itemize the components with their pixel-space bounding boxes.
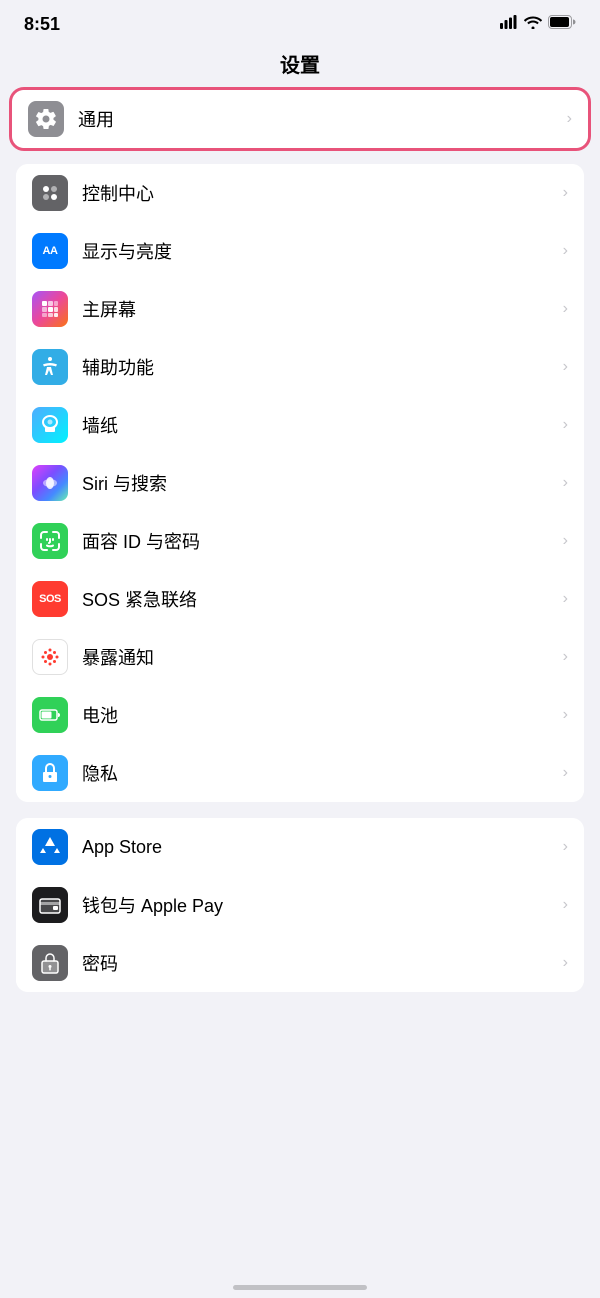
sos-label: SOS 紧急联络: [82, 586, 557, 612]
apps-settings-list: App Store › 钱包与 Apple Pay › 密码 ›: [16, 818, 584, 992]
control-center-icon: [32, 175, 68, 211]
control-center-chevron: ›: [563, 184, 568, 202]
control-center-label: 控制中心: [82, 180, 557, 206]
settings-item-siri[interactable]: Siri 与搜索 ›: [16, 454, 584, 512]
settings-item-battery[interactable]: 电池 ›: [16, 686, 584, 744]
settings-item-homescreen[interactable]: 主屏幕 ›: [16, 280, 584, 338]
sos-chevron: ›: [563, 590, 568, 608]
settings-item-control-center[interactable]: 控制中心 ›: [16, 164, 584, 222]
privacy-icon: [32, 755, 68, 791]
general-chevron: ›: [567, 110, 572, 128]
settings-item-wallet[interactable]: 钱包与 Apple Pay ›: [16, 876, 584, 934]
appstore-icon: [32, 829, 68, 865]
faceid-chevron: ›: [563, 532, 568, 550]
page-title: 设置: [280, 55, 320, 77]
password-icon: [32, 945, 68, 981]
faceid-label: 面容 ID 与密码: [82, 528, 557, 554]
settings-item-wallpaper[interactable]: 墙纸 ›: [16, 396, 584, 454]
settings-item-exposure[interactable]: 暴露通知 ›: [16, 628, 584, 686]
settings-item-general[interactable]: 通用 ›: [12, 90, 588, 148]
status-bar: 8:51: [0, 0, 600, 45]
battery-chevron: ›: [563, 706, 568, 724]
general-label: 通用: [78, 106, 561, 132]
password-label: 密码: [82, 950, 557, 976]
general-icon: [28, 101, 64, 137]
exposure-icon: [32, 639, 68, 675]
accessibility-icon: [32, 349, 68, 385]
accessibility-label: 辅助功能: [82, 354, 557, 380]
homescreen-icon: [32, 291, 68, 327]
settings-item-privacy[interactable]: 隐私 ›: [16, 744, 584, 802]
exposure-label: 暴露通知: [82, 644, 557, 670]
faceid-icon: [32, 523, 68, 559]
wallet-chevron: ›: [563, 896, 568, 914]
signal-icon: [500, 15, 518, 34]
battery-label: 电池: [82, 702, 557, 728]
siri-label: Siri 与搜索: [82, 470, 557, 496]
wallet-label: 钱包与 Apple Pay: [82, 892, 557, 918]
accessibility-chevron: ›: [563, 358, 568, 376]
appstore-chevron: ›: [563, 838, 568, 856]
homescreen-chevron: ›: [563, 300, 568, 318]
siri-chevron: ›: [563, 474, 568, 492]
wifi-icon: [524, 15, 542, 34]
settings-item-sos[interactable]: SOS SOS 紧急联络 ›: [16, 570, 584, 628]
wallpaper-icon: [32, 407, 68, 443]
appstore-label: App Store: [82, 837, 557, 858]
wallet-icon: [32, 887, 68, 923]
highlighted-section: 通用 ›: [12, 90, 588, 148]
battery-icon: [32, 697, 68, 733]
settings-item-display[interactable]: AA 显示与亮度 ›: [16, 222, 584, 280]
privacy-label: 隐私: [82, 760, 557, 786]
password-chevron: ›: [563, 954, 568, 972]
settings-item-faceid[interactable]: 面容 ID 与密码 ›: [16, 512, 584, 570]
wallpaper-label: 墙纸: [82, 412, 557, 438]
homescreen-label: 主屏幕: [82, 296, 557, 322]
privacy-chevron: ›: [563, 764, 568, 782]
status-icons: [500, 15, 576, 34]
battery-icon: [548, 15, 576, 34]
settings-item-accessibility[interactable]: 辅助功能 ›: [16, 338, 584, 396]
settings-item-appstore[interactable]: App Store ›: [16, 818, 584, 876]
display-label: 显示与亮度: [82, 238, 557, 264]
siri-icon: [32, 465, 68, 501]
home-indicator: [233, 1285, 367, 1290]
display-icon: AA: [32, 233, 68, 269]
display-chevron: ›: [563, 242, 568, 260]
settings-item-password[interactable]: 密码 ›: [16, 934, 584, 992]
status-time: 8:51: [24, 14, 60, 35]
main-settings-list: 控制中心 › AA 显示与亮度 › 主屏幕 ›: [16, 164, 584, 802]
wallpaper-chevron: ›: [563, 416, 568, 434]
sos-icon: SOS: [32, 581, 68, 617]
exposure-chevron: ›: [563, 648, 568, 666]
page-title-bar: 设置: [0, 45, 600, 90]
